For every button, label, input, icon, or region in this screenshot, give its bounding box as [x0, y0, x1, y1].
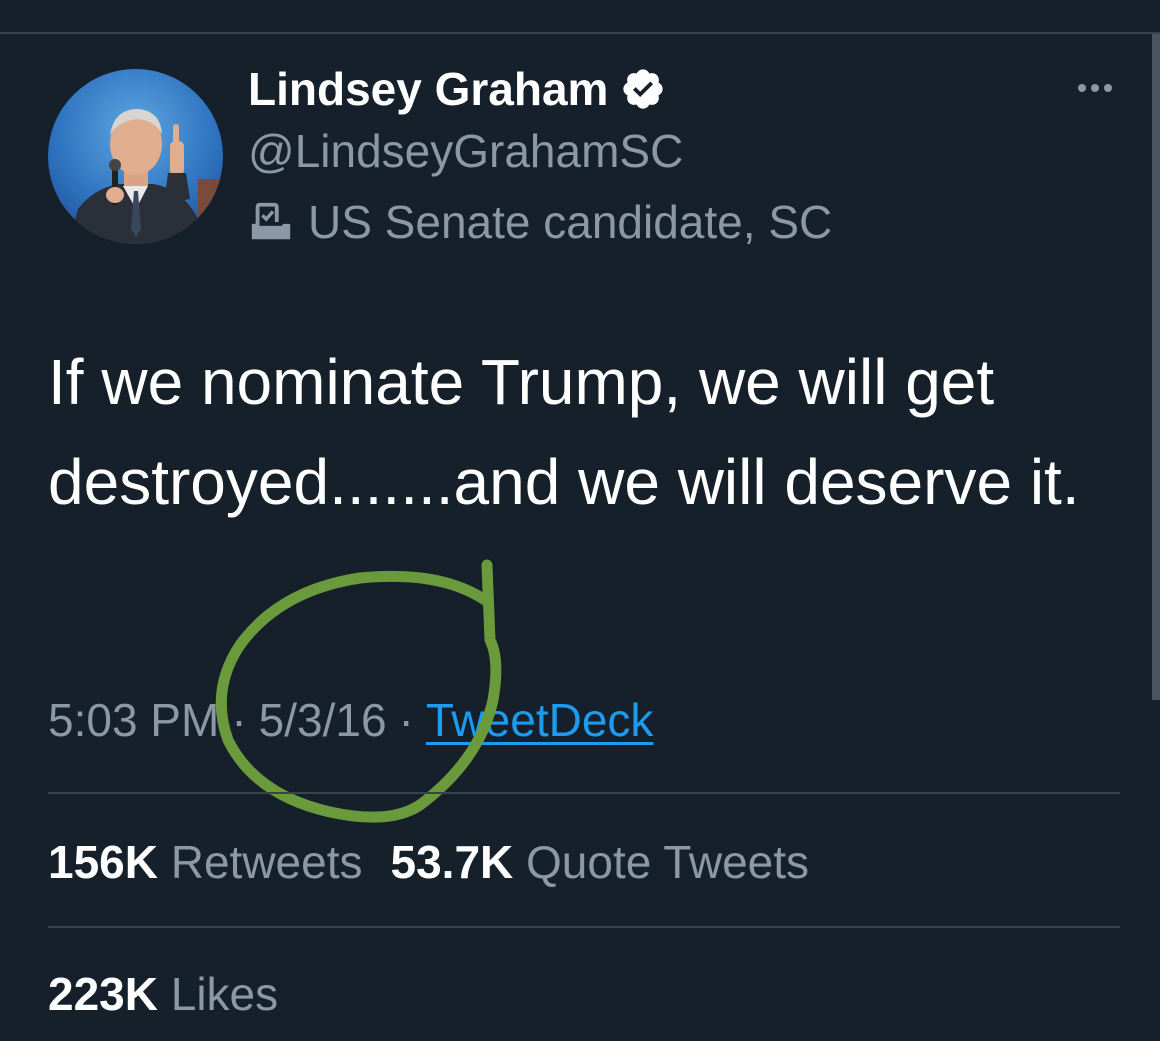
likes-label: Likes	[170, 968, 279, 1020]
avatar[interactable]	[48, 69, 223, 244]
quote-tweets-stat[interactable]: 53.7K Quote Tweets	[391, 836, 810, 888]
retweets-stat[interactable]: 156K Retweets	[48, 836, 363, 888]
quote-tweets-count: 53.7K	[390, 836, 514, 888]
author-handle[interactable]: @LindseyGrahamSC	[248, 124, 683, 178]
tweet-source-link[interactable]: TweetDeck	[426, 694, 654, 746]
likes-stats-row: 223K Likes	[48, 964, 278, 1024]
tweet-date[interactable]: 5/3/16	[259, 694, 387, 746]
quote-tweets-label: Quote Tweets	[526, 836, 810, 888]
avatar-image	[48, 69, 223, 244]
account-label: US Senate candidate, SC	[248, 195, 832, 249]
retweets-label: Retweets	[170, 836, 363, 888]
top-divider	[0, 32, 1160, 34]
author-display-name[interactable]: Lindsey Graham	[248, 62, 608, 116]
tweet-metadata: 5:03 PM · 5/3/16 · TweetDeck	[48, 690, 653, 750]
retweets-count: 156K	[48, 836, 158, 888]
divider	[48, 792, 1120, 794]
verified-badge-icon	[620, 66, 666, 112]
more-horizontal-icon[interactable]	[1070, 68, 1120, 108]
likes-stat[interactable]: 223K Likes	[48, 968, 278, 1020]
tweet-time[interactable]: 5:03 PM	[48, 694, 219, 746]
likes-count: 223K	[48, 968, 158, 1020]
engagement-stats-row: 156K Retweets 53.7K Quote Tweets	[48, 832, 809, 892]
scrollbar[interactable]	[1152, 34, 1160, 700]
account-label-text: US Senate candidate, SC	[308, 196, 833, 248]
ballot-box-icon	[248, 199, 294, 245]
divider	[48, 926, 1120, 928]
tweet-text: If we nominate Trump, we will get destro…	[48, 346, 1080, 518]
author-name-row[interactable]: Lindsey Graham	[248, 62, 666, 116]
separator-dot: ·	[398, 694, 414, 746]
separator-dot: ·	[231, 694, 247, 746]
